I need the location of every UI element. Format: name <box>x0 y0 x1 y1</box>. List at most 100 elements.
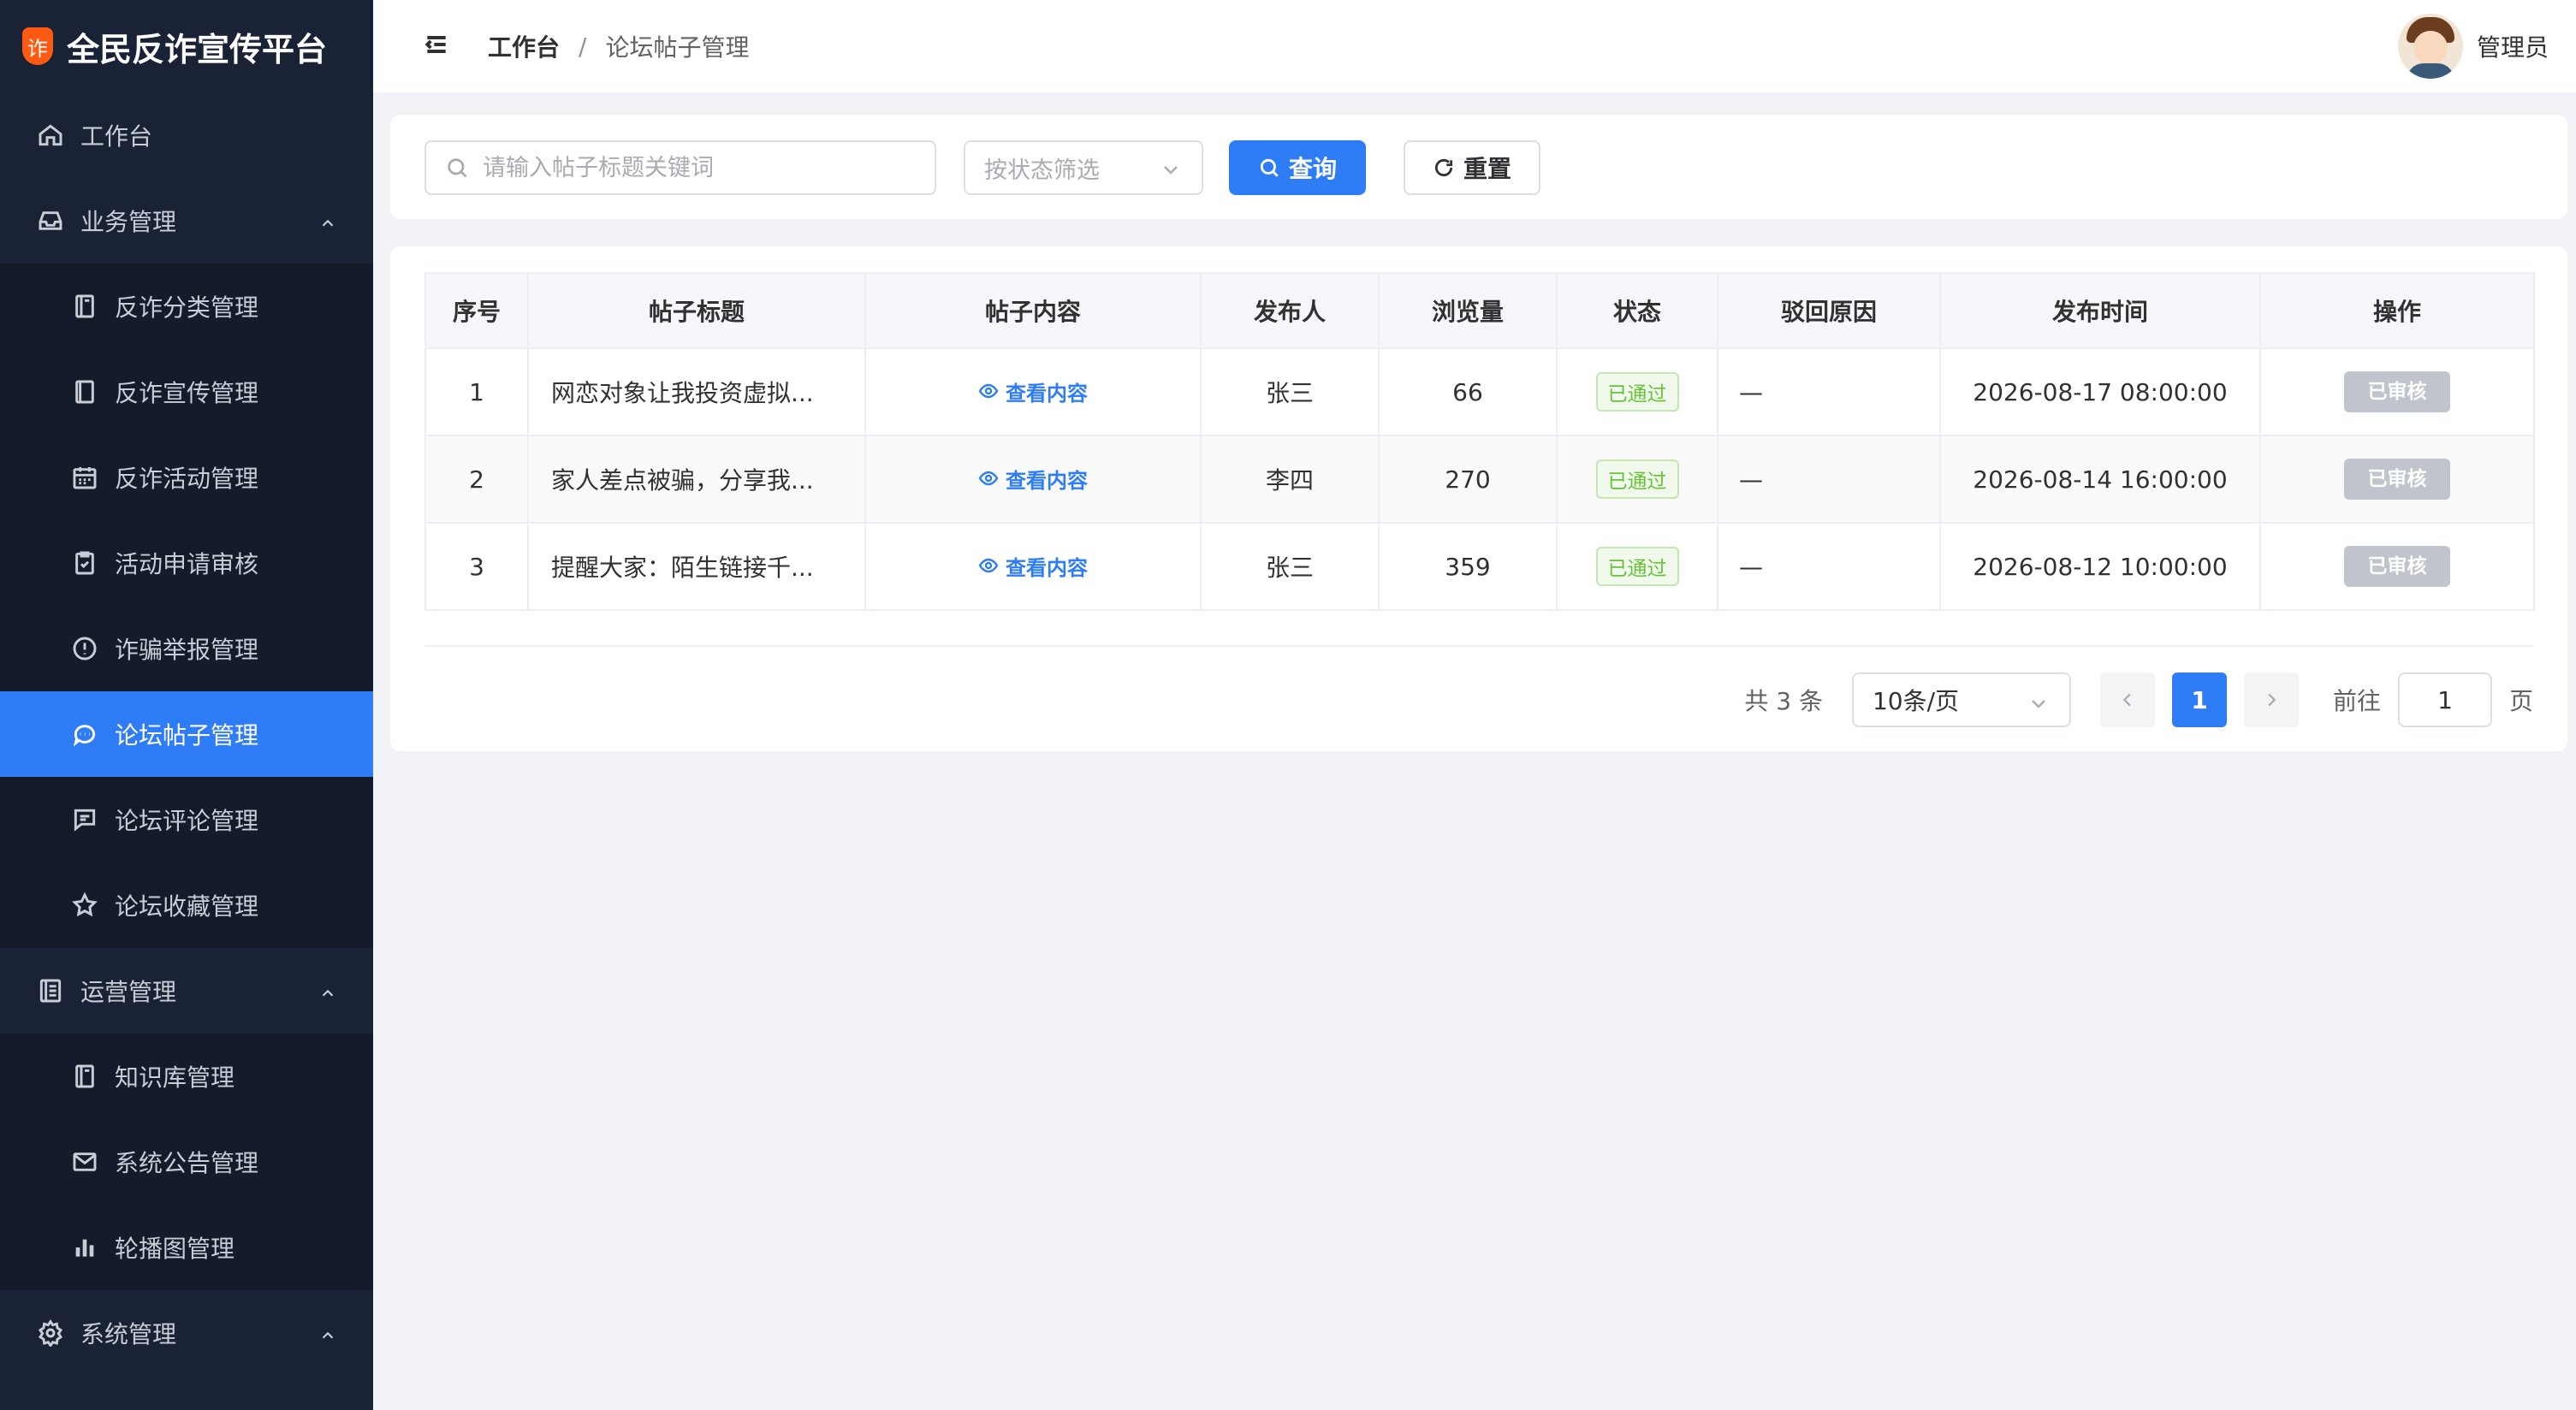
top-header: 工作台 / 论坛帖子管理 管理员 <box>373 0 2576 92</box>
cell-action: 已审核 <box>2259 347 2535 436</box>
sidebar-item-label: 反诈活动管理 <box>115 465 259 493</box>
prev-page-button[interactable] <box>2099 672 2155 727</box>
notebook-icon <box>70 292 99 321</box>
audited-button[interactable]: 已审核 <box>2344 371 2450 412</box>
sidebar-item-label: 论坛收藏管理 <box>115 892 259 921</box>
user-menu[interactable]: 管理员 <box>2397 14 2549 79</box>
status-filter-select[interactable]: 按状态筛选 <box>964 140 1203 195</box>
tickets-icon <box>36 976 65 1005</box>
cell-index: 1 <box>424 347 529 436</box>
reset-button[interactable]: 重置 <box>1404 140 1540 195</box>
chat-dot-icon <box>70 720 99 749</box>
checked-icon <box>70 548 99 578</box>
pagination-total: 共 3 条 <box>1744 687 1823 715</box>
cell-reject-reason: — <box>1717 435 1941 524</box>
next-page-button[interactable] <box>2243 672 2299 727</box>
message-icon <box>70 1147 99 1176</box>
search-panel: 按状态筛选 查询 重置 <box>390 115 2567 219</box>
table-header-row: 序号 帖子标题 帖子内容 发布人 浏览量 状态 驳回原因 发布时间 操作 <box>424 272 2535 349</box>
view-content-link[interactable]: 查看内容 <box>978 551 1088 581</box>
cell-title: 提醒大家：陌生链接千... <box>527 522 866 611</box>
chevron-up-icon <box>318 210 337 229</box>
cell-reject-reason: — <box>1717 522 1941 611</box>
table-header-cell: 状态 <box>1556 272 1718 349</box>
sidebar-item[interactable]: 论坛评论管理 <box>0 777 373 862</box>
sidebar-item[interactable]: 工作台 <box>0 92 373 178</box>
cell-title: 家人差点被骗，分享我... <box>527 435 866 524</box>
sidebar-item[interactable]: 轮播图管理 <box>0 1205 373 1290</box>
cell-author: 张三 <box>1200 522 1380 611</box>
table-row: 3 提醒大家：陌生链接千... 查看内容 张三 359 已通过 —2026-08-12 10… <box>424 522 2535 611</box>
goto-page-input[interactable] <box>2397 672 2492 727</box>
cell-views: 66 <box>1378 347 1558 436</box>
table-header-cell: 序号 <box>424 272 529 349</box>
cell-publish-time: 2026-08-17 08:00:00 <box>1939 347 2261 436</box>
chevron-up-icon <box>318 1323 337 1342</box>
page-size-select[interactable]: 10条/页 <box>1851 672 2071 727</box>
sidebar: 诈 全民反诈宣传平台 工作台 业务管理 反诈分类管理 反诈宣传管理反诈活动管理 活动申请… <box>0 0 373 1410</box>
logo-icon: 诈 <box>22 27 53 65</box>
page-number-button[interactable]: 1 <box>2171 672 2227 727</box>
page-unit-label: 页 <box>2508 687 2533 715</box>
audited-button[interactable]: 已审核 <box>2344 459 2450 500</box>
cell-views: 270 <box>1378 435 1558 524</box>
pagination: 共 3 条 10条/页 1 前往 页 <box>1744 672 2533 727</box>
chat-square-icon <box>70 805 99 834</box>
table-header-cell: 操作 <box>2259 272 2535 349</box>
sidebar-item[interactable]: 反诈活动管理 <box>0 435 373 520</box>
cell-publish-time: 2026-08-14 16:00:00 <box>1939 435 2261 524</box>
view-content-link[interactable]: 查看内容 <box>978 464 1088 494</box>
chevron-up-icon <box>318 980 337 999</box>
eye-icon <box>978 384 999 399</box>
divider <box>424 645 2533 647</box>
sidebar-item[interactable]: 运营管理 <box>0 948 373 1034</box>
cell-content: 查看内容 <box>864 347 1202 436</box>
breadcrumb-home[interactable]: 工作台 <box>488 29 560 63</box>
table-header-cell: 帖子内容 <box>864 272 1202 349</box>
user-name[interactable]: 管理员 <box>2477 29 2549 63</box>
sidebar-item[interactable]: 论坛帖子管理 <box>0 691 373 777</box>
sidebar-item[interactable]: 论坛收藏管理 <box>0 862 373 948</box>
cell-index: 2 <box>424 435 529 524</box>
breadcrumb-current: 论坛帖子管理 <box>605 33 750 62</box>
cell-views: 359 <box>1378 522 1558 611</box>
breadcrumb-separator: / <box>579 32 587 61</box>
status-badge: 已通过 <box>1595 372 1679 412</box>
query-button-label: 查询 <box>1288 155 1337 183</box>
reset-button-label: 重置 <box>1463 155 1511 183</box>
sidebar-item[interactable]: 系统管理 <box>0 1290 373 1376</box>
cell-publish-time: 2026-08-12 10:00:00 <box>1939 522 2261 611</box>
view-content-link[interactable]: 查看内容 <box>978 376 1088 406</box>
audited-button[interactable]: 已审核 <box>2344 546 2450 587</box>
page-size-value: 10条/页 <box>1872 687 1960 715</box>
menu-fold-icon[interactable] <box>423 31 454 62</box>
refresh-icon <box>1434 158 1453 177</box>
sidebar-item-label: 论坛帖子管理 <box>115 721 259 749</box>
sidebar-item[interactable]: 系统公告管理 <box>0 1119 373 1205</box>
sidebar-item[interactable]: 活动申请审核 <box>0 520 373 606</box>
app-logo[interactable]: 诈 全民反诈宣传平台 <box>0 0 373 92</box>
table-header-cell: 驳回原因 <box>1717 272 1941 349</box>
cell-status: 已通过 <box>1556 435 1718 524</box>
notebook-icon <box>70 1062 99 1091</box>
sidebar-item[interactable]: 知识库管理 <box>0 1034 373 1119</box>
keyword-search-field[interactable] <box>424 140 936 195</box>
sidebar-item[interactable]: 业务管理 <box>0 178 373 264</box>
cell-action: 已审核 <box>2259 522 2535 611</box>
sidebar-menu: 工作台 业务管理 反诈分类管理 反诈宣传管理反诈活动管理 活动申请审核 诈骗举报管理 论坛帖… <box>0 92 373 1376</box>
cell-author: 张三 <box>1200 347 1380 436</box>
sidebar-item-label: 诈骗举报管理 <box>115 636 259 664</box>
sidebar-item[interactable]: 反诈宣传管理 <box>0 349 373 435</box>
query-button[interactable]: 查询 <box>1229 140 1366 195</box>
view-content-label: 查看内容 <box>1006 381 1088 406</box>
keyword-search-input[interactable] <box>483 154 928 181</box>
sidebar-item[interactable]: 诈骗举报管理 <box>0 606 373 691</box>
table-header-cell: 发布人 <box>1200 272 1380 349</box>
avatar[interactable] <box>2397 14 2463 79</box>
eye-icon <box>978 559 999 573</box>
sidebar-item-label: 运营管理 <box>80 978 177 1006</box>
sidebar-item[interactable]: 反诈分类管理 <box>0 264 373 349</box>
table-row: 2 家人差点被骗，分享我... 查看内容 李四 270 已通过 —2026-08-14 16… <box>424 435 2535 524</box>
sidebar-item-label: 活动申请审核 <box>115 550 259 578</box>
cell-status: 已通过 <box>1556 347 1718 436</box>
